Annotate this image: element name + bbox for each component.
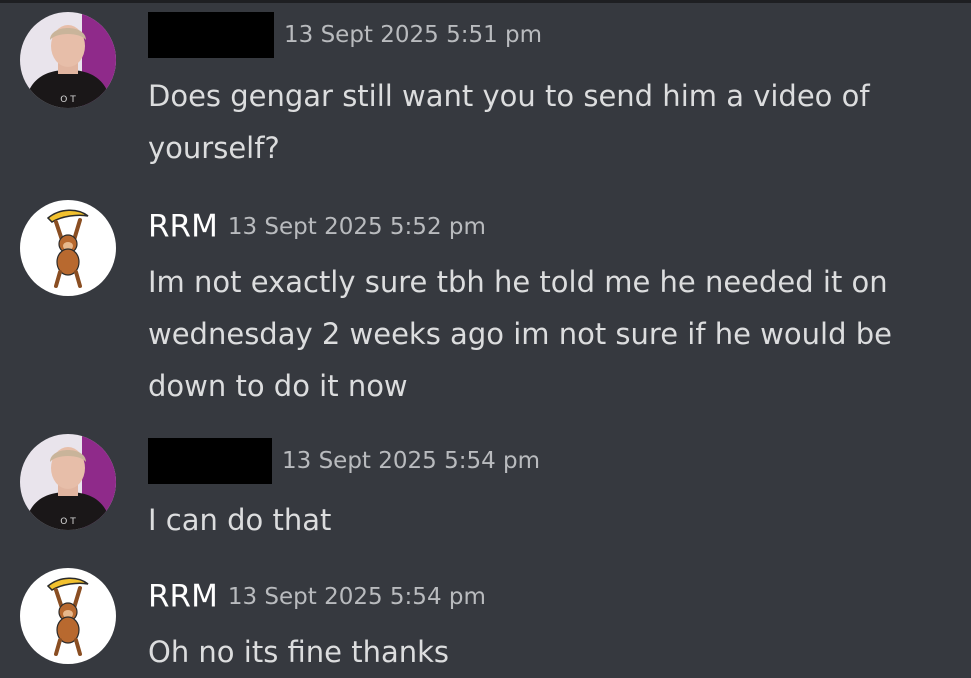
message-timestamp: 13 Sept 2025 5:54 pm (227, 583, 486, 610)
svg-text:O T: O T (60, 95, 76, 105)
message-text: Im not exactly sure tbh he told me he ne… (148, 265, 892, 403)
message-item: O T 13 Sept 2025 5:54 pm I can do that (0, 434, 971, 544)
redacted-username (148, 438, 272, 484)
monkey-banana-avatar[interactable] (20, 568, 116, 664)
monkey-banana-avatar[interactable] (20, 200, 116, 296)
redacted-username (148, 12, 274, 58)
message-timestamp: 13 Sept 2025 5:52 pm (227, 213, 486, 240)
svg-text:O T: O T (60, 517, 76, 527)
message-item: RRM 13 Sept 2025 5:54 pm Oh no its fine t… (0, 566, 971, 678)
message-timestamp: 13 Sept 2025 5:54 pm (282, 448, 541, 474)
message-timestamp: 13 Sept 2025 5:51 pm (284, 22, 543, 48)
message-header: 13 Sept 2025 5:54 pm (148, 438, 541, 484)
message-text: Does gengar still want you to send him a… (148, 79, 870, 165)
message-text: I can do that (148, 503, 332, 537)
message-author[interactable]: RRM (148, 209, 218, 245)
message-text: Oh no its fine thanks (148, 635, 450, 669)
user-photo-avatar[interactable]: O T (20, 12, 116, 108)
message-header: RRM 13 Sept 2025 5:54 pm (148, 574, 486, 618)
window-top-border (0, 0, 971, 3)
message-item: RRM 13 Sept 2025 5:52 pm Im not exactly s… (0, 196, 971, 416)
message-item: O T 13 Sept 2025 5:51 pm Does gengar sti… (0, 12, 971, 182)
user-photo-avatar[interactable]: O T (20, 434, 116, 530)
message-author[interactable]: RRM (148, 579, 218, 615)
message-header: RRM 13 Sept 2025 5:52 pm (148, 204, 486, 248)
message-header: 13 Sept 2025 5:51 pm (148, 12, 543, 58)
